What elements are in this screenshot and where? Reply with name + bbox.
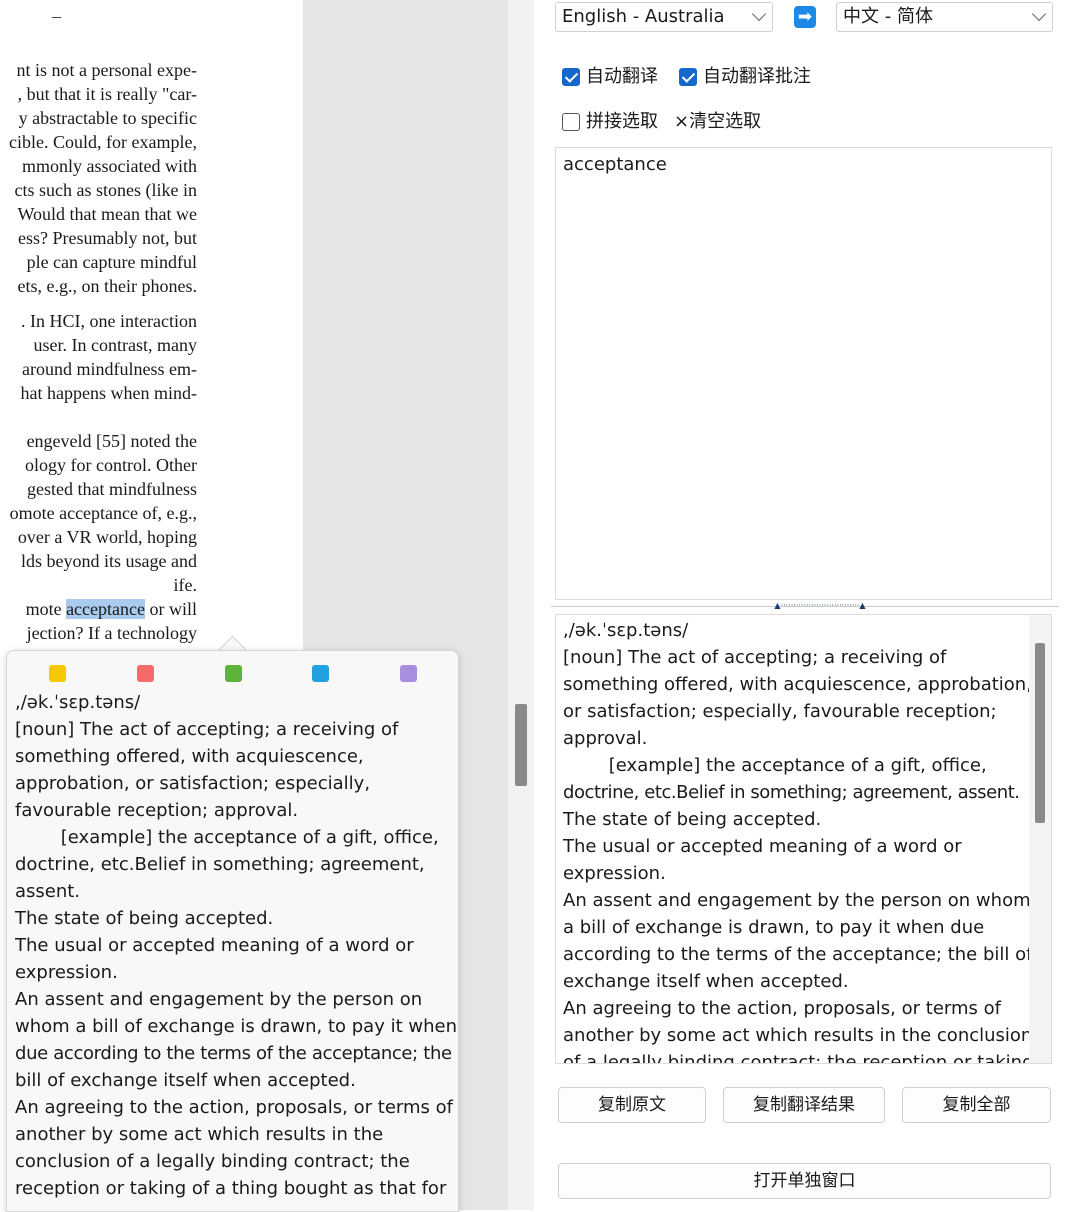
popup-definition: ,/ək.ˈsɛp.təns/ [noun] The act of accept… xyxy=(15,689,457,1202)
doc-line: hat happens when mind- xyxy=(20,383,197,403)
doc-line: nt is not a personal expe- xyxy=(16,60,197,80)
result-line: something offered, with acquiescence, ap… xyxy=(563,674,1032,695)
doc-text: or will xyxy=(145,599,198,619)
popup-line: reception or taking of a thing bought as… xyxy=(15,1178,447,1199)
auto-translate-label: 自动翻译 xyxy=(586,66,658,87)
popup-line: An assent and engagement by the person o… xyxy=(15,989,423,1010)
result-line: An agreeing to the action, proposals, or… xyxy=(563,998,1001,1019)
doc-line: omote acceptance of, e.g., xyxy=(9,503,197,523)
doc-line: around mindfulness em- xyxy=(22,359,197,379)
result-line: doctrine, etc.Belief in something; agree… xyxy=(563,782,1020,803)
result-line: An assent and engagement by the person o… xyxy=(563,890,1031,911)
result-line: exchange itself when accepted. xyxy=(563,971,849,992)
result-line: ,/ək.ˈsɛp.təns/ xyxy=(563,620,689,641)
document-scrollbar[interactable] xyxy=(508,0,535,1210)
copy-result-button[interactable]: 复制翻译结果 xyxy=(723,1087,885,1123)
doc-line: ife. xyxy=(173,575,197,595)
result-line: The usual or accepted meaning of a word … xyxy=(563,836,962,857)
doc-line: ology for control. Other xyxy=(25,455,197,475)
concat-selection-checkbox[interactable] xyxy=(562,113,580,131)
result-line: a bill of exchange is drawn, to pay it w… xyxy=(563,917,985,938)
popup-line: due according to the terms of the accept… xyxy=(15,1043,452,1064)
auto-translate-checkbox[interactable] xyxy=(562,68,580,86)
target-language-value: 中文 - 简体 xyxy=(843,6,933,27)
popup-line: expression. xyxy=(15,962,118,983)
highlight-color-yellow[interactable] xyxy=(49,665,66,682)
highlight-color-blue[interactable] xyxy=(312,665,329,682)
popup-line: [example] the acceptance of a gift, offi… xyxy=(15,827,439,848)
doc-line: lds beyond its usage and xyxy=(21,551,197,571)
copy-all-button[interactable]: 复制全部 xyxy=(902,1087,1051,1123)
result-scrollbar-thumb[interactable] xyxy=(1035,643,1045,823)
source-language-select[interactable]: English - Australia xyxy=(555,2,773,32)
chevron-down-icon xyxy=(1031,6,1047,22)
doc-line: mmonly associated with xyxy=(22,156,197,176)
chevron-down-icon xyxy=(751,6,767,22)
target-language-select[interactable]: 中文 - 简体 xyxy=(836,2,1053,32)
auto-translate-annotations-checkbox[interactable] xyxy=(679,68,697,86)
popup-line: another by some act which results in the xyxy=(15,1124,384,1145)
doc-line: ple can capture mindful xyxy=(26,252,197,272)
doc-line: user. In contrast, many xyxy=(33,335,197,355)
result-line: [noun] The act of accepting; a receiving… xyxy=(563,647,947,668)
splitter-grip-icon[interactable]: ▲·······························▲ xyxy=(735,602,905,610)
doc-line: . In HCI, one interaction xyxy=(21,311,197,331)
result-line: approval. xyxy=(563,728,648,749)
doc-line: gested that mindfulness xyxy=(27,479,197,499)
selected-word[interactable]: acceptance xyxy=(66,599,145,619)
translation-popup: ,/ək.ˈsɛp.təns/ [noun] The act of accept… xyxy=(6,650,459,1212)
doc-line: y abstractable to specific xyxy=(18,108,197,128)
auto-translate-annotations-label: 自动翻译批注 xyxy=(703,66,811,87)
doc-text: mote xyxy=(25,599,67,619)
document-scrollbar-thumb[interactable] xyxy=(515,704,527,786)
doc-line-highlighted: mote acceptance or will xyxy=(26,597,197,621)
doc-line: ets, e.g., on their phones. xyxy=(17,276,197,296)
doc-line: ess? Presumably not, but xyxy=(18,228,197,248)
translation-result-area[interactable]: ,/ək.ˈsɛp.təns/ [noun] The act of accept… xyxy=(555,614,1052,1064)
highlight-color-green[interactable] xyxy=(225,665,242,682)
doc-line: Would that mean that we xyxy=(17,204,198,224)
popup-line: whom a bill of exchange is drawn, to pay… xyxy=(15,1016,457,1037)
popup-line: approbation, or satisfaction; especially… xyxy=(15,773,371,794)
highlight-color-purple[interactable] xyxy=(400,665,417,682)
pane-splitter[interactable]: ▲·······························▲ xyxy=(551,601,1059,611)
popup-line: ,/ək.ˈsɛp.təns/ xyxy=(15,692,141,713)
doc-line: , but that it is really "car- xyxy=(17,84,197,104)
clear-selection-button[interactable]: ×清空选取 xyxy=(674,111,761,133)
popup-line: [noun] The act of accepting; a receiving… xyxy=(15,719,399,740)
source-text-area[interactable]: acceptance xyxy=(555,147,1052,600)
popup-line: assent. xyxy=(15,881,81,902)
highlight-color-red[interactable] xyxy=(137,665,154,682)
result-line: The state of being accepted. xyxy=(563,809,822,830)
popup-line: An agreeing to the action, proposals, or… xyxy=(15,1097,453,1118)
concat-selection-label: 拼接选取 xyxy=(586,111,658,132)
result-text: ,/ək.ˈsɛp.təns/ [noun] The act of accept… xyxy=(563,617,1034,1064)
doc-line: cts such as stones (like in xyxy=(14,180,197,200)
doc-line: jection? If a technology xyxy=(26,623,197,643)
result-line: according to the terms of the acceptance… xyxy=(563,944,1033,965)
popup-line: The usual or accepted meaning of a word … xyxy=(15,935,414,956)
translator-panel: English - Australia ➡ 中文 - 简体 自动翻译 自动翻译批… xyxy=(534,0,1073,1210)
doc-line: over a VR world, hoping xyxy=(17,527,197,547)
doc-line: cible. Could, for example, xyxy=(9,132,197,152)
copy-source-button[interactable]: 复制原文 xyxy=(558,1087,706,1123)
popup-line: The state of being accepted. xyxy=(15,908,274,929)
result-line: another by some act which results in the… xyxy=(563,1025,1033,1046)
popup-line: favourable reception; approval. xyxy=(15,800,299,821)
result-scrollbar[interactable] xyxy=(1029,615,1051,1063)
result-line: [example] the acceptance of a gift, offi… xyxy=(563,755,987,776)
page-header-mark: – xyxy=(52,6,61,26)
source-text: acceptance xyxy=(563,154,667,175)
popup-line: conclusion of a legally binding contract… xyxy=(15,1151,410,1172)
popup-line: doctrine, etc.Belief in something; agree… xyxy=(15,854,425,875)
result-line: of a legally binding contract; the recep… xyxy=(563,1052,1034,1064)
source-language-value: English - Australia xyxy=(562,6,725,27)
open-separate-window-button[interactable]: 打开单独窗口 xyxy=(558,1163,1051,1199)
result-line: or satisfaction; especially, favourable … xyxy=(563,701,997,722)
popup-line: something offered, with acquiescence, xyxy=(15,746,364,767)
result-line: expression. xyxy=(563,863,666,884)
swap-arrow-icon[interactable]: ➡ xyxy=(794,6,816,28)
popup-line: bill of exchange itself when accepted. xyxy=(15,1070,356,1091)
doc-line: engeveld [55] noted the xyxy=(26,431,197,451)
